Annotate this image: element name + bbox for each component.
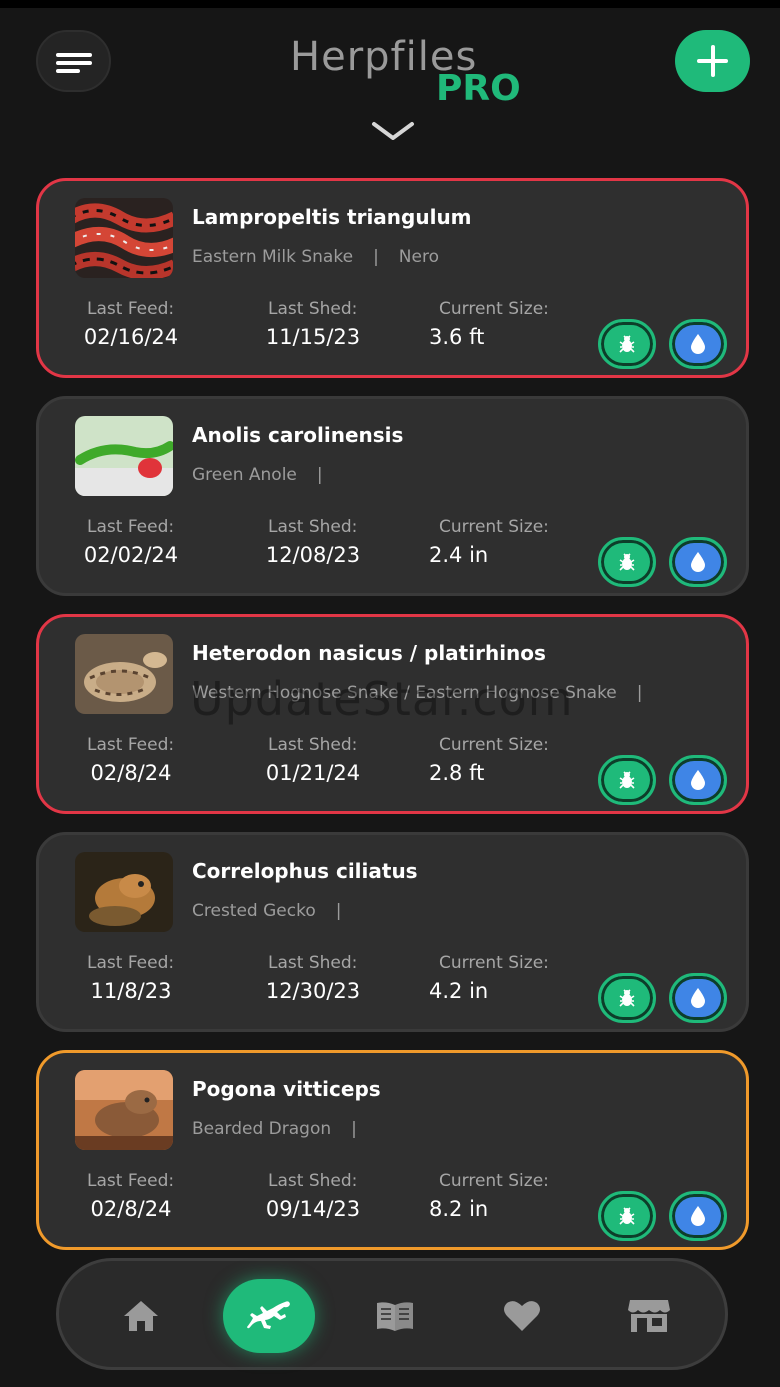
water-drop-icon xyxy=(691,552,705,572)
lizard-icon xyxy=(247,1301,290,1329)
common-name: Bearded Dragon xyxy=(192,1119,332,1139)
last-feed-value: 02/8/24 xyxy=(90,761,172,785)
watermark: UpdateStar.com xyxy=(190,672,574,726)
common-name: Green Anole xyxy=(192,465,297,485)
last-feed-value: 02/8/24 xyxy=(90,1197,172,1221)
nickname: Nero xyxy=(398,247,439,267)
log-feeding-button[interactable] xyxy=(598,1191,656,1241)
log-feeding-button[interactable] xyxy=(598,319,656,369)
last-feed-label: Last Feed: xyxy=(87,735,175,755)
water-drop-icon xyxy=(691,988,705,1008)
common-name: Crested Gecko xyxy=(192,901,316,921)
last-shed-value: 12/30/23 xyxy=(265,979,361,1003)
animal-card[interactable]: Anolis carolinensis Green Anole | Last Fe… xyxy=(36,396,749,596)
book-icon xyxy=(377,1302,413,1331)
animal-photo xyxy=(75,852,173,932)
common-name: Eastern Milk Snake xyxy=(192,247,354,267)
last-feed-label: Last Feed: xyxy=(87,517,175,537)
last-shed-label: Last Shed: xyxy=(268,735,358,755)
last-feed-value: 11/8/23 xyxy=(90,979,172,1003)
current-size-value: 3.6 ft xyxy=(429,325,485,349)
heart-icon xyxy=(504,1301,540,1331)
animal-photo xyxy=(75,416,173,496)
water-drop-icon xyxy=(691,1206,705,1226)
separator: | xyxy=(373,247,379,267)
animal-card[interactable]: Correlophus ciliatus Crested Gecko | Last… xyxy=(36,832,749,1032)
bottom-nav xyxy=(56,1258,728,1370)
scientific-name: Pogona vitticeps xyxy=(192,1077,381,1101)
current-size-label: Current Size: xyxy=(439,953,549,973)
home-icon xyxy=(124,1301,158,1331)
log-feeding-button[interactable] xyxy=(598,973,656,1023)
bug-icon xyxy=(619,1207,635,1225)
log-water-button[interactable] xyxy=(669,537,727,587)
nav-favorites[interactable] xyxy=(497,1291,547,1341)
current-size-value: 2.8 ft xyxy=(429,761,485,785)
last-shed-label: Last Shed: xyxy=(268,517,358,537)
last-shed-value: 11/15/23 xyxy=(265,325,361,349)
nav-store[interactable] xyxy=(624,1291,674,1341)
scientific-name: Lampropeltis triangulum xyxy=(192,205,472,229)
last-feed-label: Last Feed: xyxy=(87,299,175,319)
app-logo: Herpfiles PRO xyxy=(290,34,550,114)
log-water-button[interactable] xyxy=(669,319,727,369)
water-drop-icon xyxy=(691,334,705,354)
common-name-line: Bearded Dragon | xyxy=(192,1119,377,1139)
last-shed-value: 09/14/23 xyxy=(265,1197,361,1221)
chevron-down-icon[interactable] xyxy=(370,118,416,144)
menu-button[interactable] xyxy=(36,30,111,92)
bug-icon xyxy=(619,335,635,353)
animal-photo xyxy=(75,1070,173,1150)
last-feed-value: 02/02/24 xyxy=(83,543,179,567)
log-feeding-button[interactable] xyxy=(598,537,656,587)
last-feed-value: 02/16/24 xyxy=(83,325,179,349)
scientific-name: Heterodon nasicus / platirhinos xyxy=(192,641,546,665)
store-icon xyxy=(628,1300,670,1332)
current-size-label: Current Size: xyxy=(439,517,549,537)
last-feed-label: Last Feed: xyxy=(87,1171,175,1191)
separator: | xyxy=(351,1119,357,1139)
log-water-button[interactable] xyxy=(669,973,727,1023)
bug-icon xyxy=(619,553,635,571)
nav-reptiles[interactable] xyxy=(223,1279,315,1353)
animal-card[interactable]: Lampropeltis triangulum Eastern Milk Sna… xyxy=(36,178,749,378)
log-feeding-button[interactable] xyxy=(598,755,656,805)
common-name-line: Crested Gecko | xyxy=(192,901,361,921)
nav-guides[interactable] xyxy=(370,1291,420,1341)
nav-home[interactable] xyxy=(116,1291,166,1341)
animal-photo xyxy=(75,634,173,714)
common-name-line: Green Anole | xyxy=(192,465,343,485)
animal-card[interactable]: Pogona vitticeps Bearded Dragon | Last Fe… xyxy=(36,1050,749,1250)
animal-photo xyxy=(75,198,173,278)
log-water-button[interactable] xyxy=(669,755,727,805)
last-shed-label: Last Shed: xyxy=(268,953,358,973)
water-drop-icon xyxy=(691,770,705,790)
common-name-line: Eastern Milk Snake | Nero xyxy=(192,247,439,267)
scientific-name: Anolis carolinensis xyxy=(192,423,404,447)
scientific-name: Correlophus ciliatus xyxy=(192,859,418,883)
separator: | xyxy=(316,465,323,485)
separator: | xyxy=(335,901,342,921)
add-animal-button[interactable] xyxy=(675,30,750,92)
current-size-value: 2.4 in xyxy=(429,543,489,567)
last-shed-value: 12/08/23 xyxy=(265,543,361,567)
current-size-value: 8.2 in xyxy=(429,1197,489,1221)
current-size-label: Current Size: xyxy=(439,735,549,755)
current-size-label: Current Size: xyxy=(439,299,549,319)
current-size-label: Current Size: xyxy=(439,1171,549,1191)
pro-badge: PRO xyxy=(436,68,521,109)
last-feed-label: Last Feed: xyxy=(87,953,175,973)
last-shed-value: 01/21/24 xyxy=(265,761,361,785)
last-shed-label: Last Shed: xyxy=(268,299,358,319)
separator: | xyxy=(636,683,643,703)
last-shed-label: Last Shed: xyxy=(268,1171,358,1191)
bug-icon xyxy=(619,771,635,789)
status-strip xyxy=(0,0,780,8)
log-water-button[interactable] xyxy=(669,1191,727,1241)
current-size-value: 4.2 in xyxy=(429,979,489,1003)
bug-icon xyxy=(619,989,635,1007)
